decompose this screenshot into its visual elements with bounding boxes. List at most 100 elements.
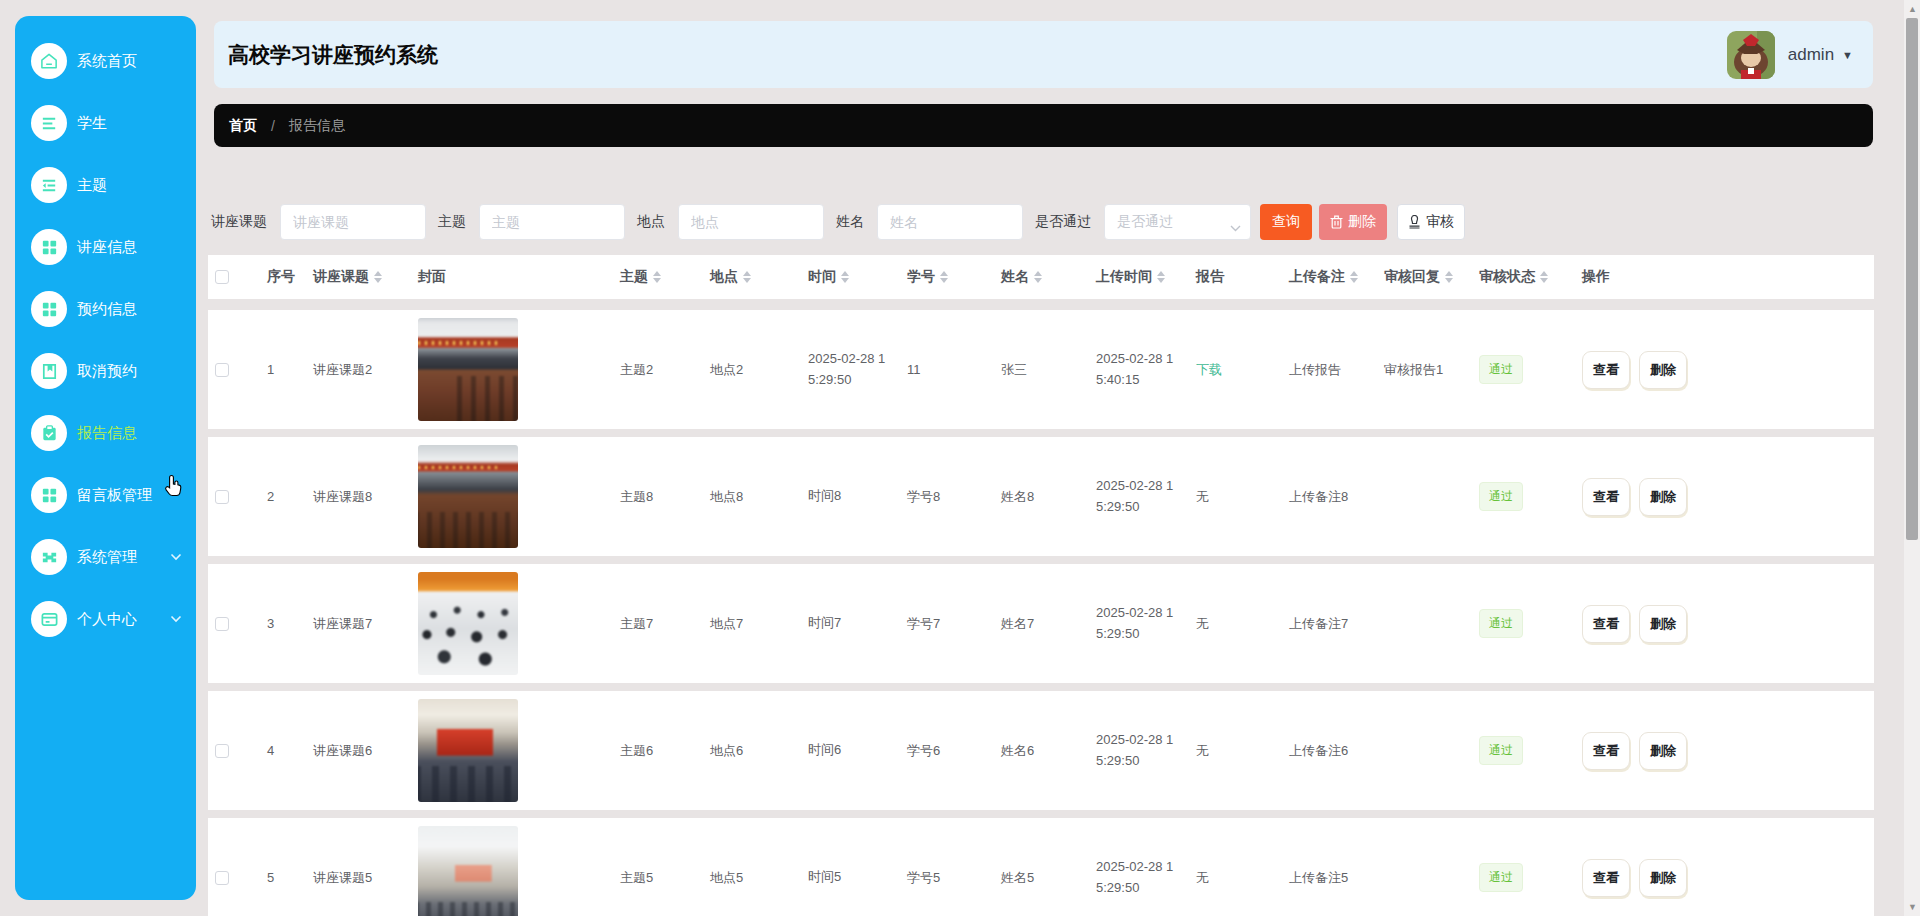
sidebar-item-2[interactable]: 学生 [15,92,196,154]
cell-time: 时间5 [808,867,892,887]
column-header[interactable]: 上传时间 [1096,268,1196,286]
cell-time: 时间8 [808,486,892,506]
cell-topic: 讲座课题7 [313,615,418,633]
cell-topic: 讲座课题5 [313,869,418,887]
view-button[interactable]: 查看 [1582,478,1630,516]
cell-student-no: 学号5 [907,869,1001,887]
stamp-icon [1408,215,1421,229]
row-checkbox[interactable] [215,871,229,885]
sidebar-item-3[interactable]: 主题 [15,154,196,216]
cover-image [418,699,518,802]
cell-student-no: 学号6 [907,742,1001,760]
sidebar: 系统首页学生主题讲座信息预约信息取消预约报告信息留言板管理系统管理个人中心 [15,16,196,900]
delete-row-button[interactable]: 删除 [1639,732,1687,770]
delete-button[interactable]: 删除 [1319,204,1387,240]
column-header[interactable]: 时间 [808,268,907,286]
cell-index: 4 [267,743,313,758]
cell-remark: 上传备注7 [1289,615,1384,633]
view-button[interactable]: 查看 [1582,351,1630,389]
scroll-up-arrow[interactable]: ▲ [1908,4,1917,14]
column-header[interactable]: 讲座课题 [313,268,418,286]
column-header[interactable]: 上传备注 [1289,268,1384,286]
select-all-checkbox[interactable] [215,270,229,284]
sort-icon[interactable] [653,271,661,283]
view-button[interactable]: 查看 [1582,732,1630,770]
column-header: 操作 [1582,268,1874,286]
cell-report: 无 [1196,615,1289,633]
delete-row-button[interactable]: 删除 [1639,605,1687,643]
cover-image [418,318,518,421]
row-checkbox[interactable] [215,744,229,758]
sort-icon[interactable] [1350,271,1358,283]
sort-icon[interactable] [374,271,382,283]
user-menu[interactable]: admin ▼ [1727,31,1853,79]
column-header[interactable]: 审核回复 [1384,268,1479,286]
sort-icon[interactable] [1157,271,1165,283]
status-badge: 通过 [1479,736,1523,765]
column-header[interactable]: 审核状态 [1479,268,1582,286]
scroll-down-arrow[interactable]: ▼ [1908,902,1917,912]
review-button[interactable]: 审核 [1397,204,1465,240]
place-input[interactable] [678,204,824,240]
sidebar-item-label: 主题 [77,176,107,195]
table-header-row: 序号讲座课题封面主题地点时间学号姓名上传时间报告上传备注审核回复审核状态操作 [208,255,1874,299]
column-header[interactable]: 姓名 [1001,268,1096,286]
pass-select[interactable]: 是否通过 [1104,204,1251,240]
cell-report: 下载 [1196,361,1289,379]
breadcrumb-separator: / [271,118,275,134]
sort-icon[interactable] [841,271,849,283]
sort-icon[interactable] [1445,271,1453,283]
mouse-cursor [163,474,186,504]
table-row: 3讲座课题7主题7地点7时间7学号7姓名72025-02-28 15:29:50… [208,564,1874,683]
cell-remark: 上传备注6 [1289,742,1384,760]
view-button[interactable]: 查看 [1582,605,1630,643]
menu-fold-icon [31,167,67,203]
row-checkbox[interactable] [215,617,229,631]
scrollbar[interactable]: ▲ ▼ [1904,0,1920,916]
cell-upload-time: 2025-02-28 15:29:50 [1096,476,1180,516]
cell-remark: 上传备注8 [1289,488,1384,506]
sidebar-item-10[interactable]: 个人中心 [15,588,196,650]
delete-row-button[interactable]: 删除 [1639,351,1687,389]
scrollbar-thumb[interactable] [1906,18,1918,540]
sidebar-item-4[interactable]: 讲座信息 [15,216,196,278]
chevron-down-icon [170,615,182,623]
cell-report: 无 [1196,488,1289,506]
row-checkbox[interactable] [215,363,229,377]
breadcrumb-home[interactable]: 首页 [229,117,257,135]
pass-select-value: 是否通过 [1117,213,1173,231]
topic-input[interactable] [280,204,426,240]
cell-index: 3 [267,616,313,631]
header: 高校学习讲座预约系统 admin ▼ [214,21,1873,88]
sidebar-item-1[interactable]: 系统首页 [15,30,196,92]
sort-icon[interactable] [743,271,751,283]
subject-input[interactable] [479,204,625,240]
sidebar-item-label: 系统管理 [77,548,137,567]
grid-icon [31,477,67,513]
column-header[interactable]: 主题 [620,268,710,286]
cell-reply: 审核报告1 [1384,361,1479,379]
sidebar-item-label: 学生 [77,114,107,133]
sidebar-item-7[interactable]: 报告信息 [15,402,196,464]
cell-subject: 主题8 [620,488,710,506]
sort-icon[interactable] [1540,271,1548,283]
sidebar-item-5[interactable]: 预约信息 [15,278,196,340]
sidebar-item-6[interactable]: 取消预约 [15,340,196,402]
row-checkbox[interactable] [215,490,229,504]
sort-icon[interactable] [940,271,948,283]
name-input[interactable] [877,204,1023,240]
delete-button-label: 删除 [1348,213,1376,231]
column-header[interactable]: 学号 [907,268,1001,286]
search-button[interactable]: 查询 [1260,204,1312,240]
cell-subject: 主题6 [620,742,710,760]
cell-name: 姓名8 [1001,488,1096,506]
sort-icon[interactable] [1034,271,1042,283]
sidebar-item-9[interactable]: 系统管理 [15,526,196,588]
cell-place: 地点8 [710,488,808,506]
delete-row-button[interactable]: 删除 [1639,478,1687,516]
delete-row-button[interactable]: 删除 [1639,859,1687,897]
status-badge: 通过 [1479,482,1523,511]
column-header[interactable]: 地点 [710,268,808,286]
view-button[interactable]: 查看 [1582,859,1630,897]
cell-remark: 上传备注5 [1289,869,1384,887]
